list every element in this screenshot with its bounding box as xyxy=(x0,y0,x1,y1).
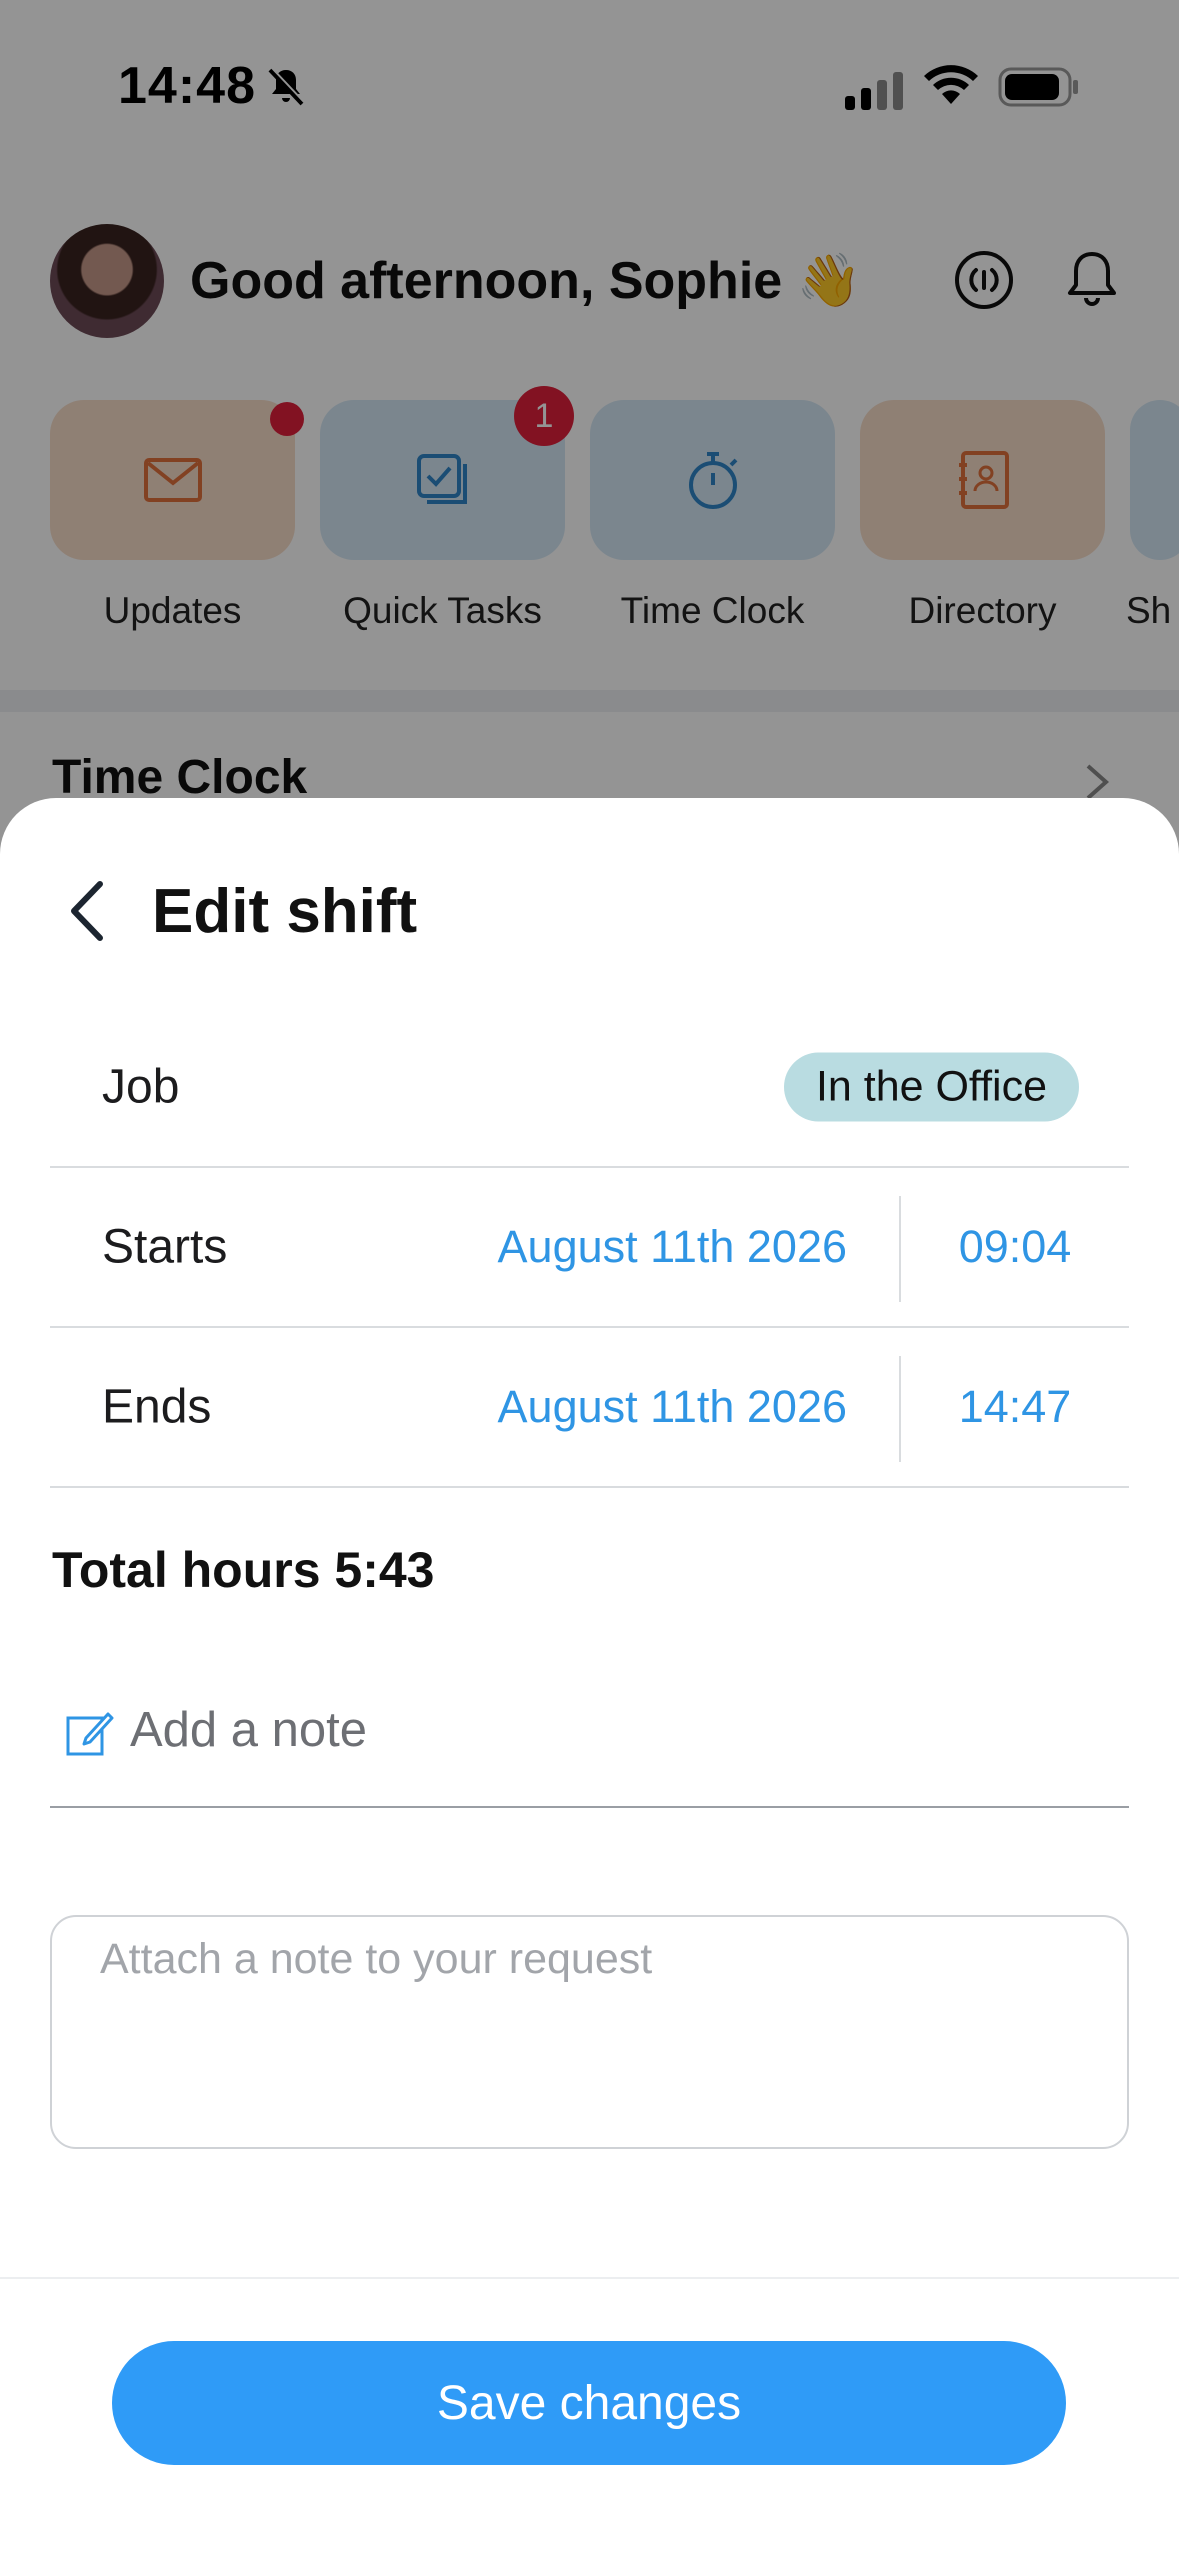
starts-row: Starts August 11th 2026 09:04 xyxy=(50,1168,1129,1328)
ends-row: Ends August 11th 2026 14:47 xyxy=(50,1328,1129,1488)
job-row[interactable]: Job In the Office xyxy=(50,1008,1129,1168)
edit-note-icon xyxy=(66,1712,114,1756)
note-textarea[interactable] xyxy=(50,1915,1129,2149)
save-changes-button[interactable]: Save changes xyxy=(112,2341,1066,2465)
add-note-row[interactable]: Add a note xyxy=(50,1668,1129,1808)
sheet-title: Edit shift xyxy=(152,877,418,946)
total-hours: Total hours 5:43 xyxy=(52,1542,435,1598)
edit-shift-sheet: Edit shift Job In the Office Starts Augu… xyxy=(0,798,1179,2556)
back-chevron-icon[interactable] xyxy=(60,876,116,946)
ends-label: Ends xyxy=(102,1380,212,1434)
footer-divider xyxy=(0,2277,1179,2279)
starts-time[interactable]: 09:04 xyxy=(901,1221,1129,1273)
ends-date[interactable]: August 11th 2026 xyxy=(498,1381,847,1433)
starts-label: Starts xyxy=(102,1220,228,1274)
ends-time[interactable]: 14:47 xyxy=(901,1381,1129,1433)
job-label: Job xyxy=(102,1060,180,1114)
job-pill[interactable]: In the Office xyxy=(783,1052,1079,1122)
starts-date[interactable]: August 11th 2026 xyxy=(498,1221,847,1273)
add-note-label: Add a note xyxy=(130,1703,368,1757)
